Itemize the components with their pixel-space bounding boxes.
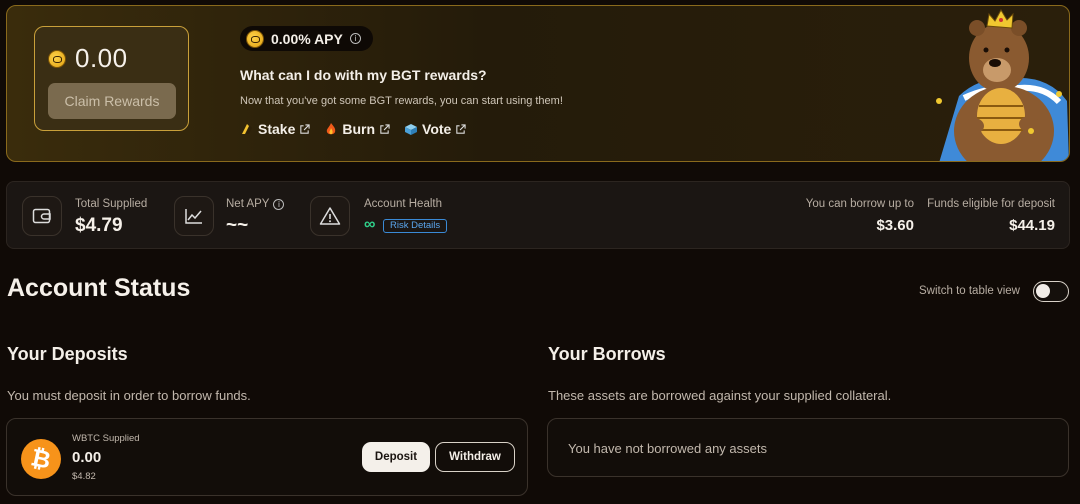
funds-eligible-label: Funds eligible for deposit xyxy=(927,198,1055,210)
ballot-box-icon xyxy=(405,124,418,135)
toggle-knob xyxy=(1036,284,1050,298)
bgt-rewards-banner: 0.00 Claim Rewards 0.00% APY i What can … xyxy=(6,5,1070,162)
funds-eligible-value: $44.19 xyxy=(1009,217,1055,234)
rewards-amount-value: 0.00 xyxy=(75,43,128,73)
account-stats-bar: Total Supplied $4.79 Net APY i ~~ Accoun… xyxy=(6,181,1070,249)
burn-label: Burn xyxy=(342,121,376,137)
total-supplied-value: $4.79 xyxy=(75,215,123,236)
risk-details-button[interactable]: Risk Details xyxy=(383,219,448,233)
vote-link[interactable]: Vote xyxy=(404,121,466,137)
deposit-button[interactable]: Deposit xyxy=(362,442,430,472)
burn-link[interactable]: Burn xyxy=(324,121,390,137)
borrows-empty-card: You have not borrowed any assets xyxy=(547,418,1069,477)
table-view-toggle[interactable] xyxy=(1033,281,1069,302)
apy-value: 0.00% APY xyxy=(271,30,343,47)
wallet-icon xyxy=(22,196,62,236)
net-apy-value: ~~ xyxy=(226,215,249,236)
net-apy-heading: Net APY i xyxy=(226,198,285,210)
borrows-empty-message: You have not borrowed any assets xyxy=(568,441,767,456)
page-title: Account Status xyxy=(7,274,191,302)
external-link-icon xyxy=(380,123,390,134)
bgt-coin-icon xyxy=(246,29,264,48)
account-health-label: Account Health xyxy=(364,198,442,210)
asset-supplied-label: WBTC Supplied xyxy=(72,433,140,444)
borrows-subtitle: These assets are borrowed against your s… xyxy=(548,388,892,403)
withdraw-button[interactable]: Withdraw xyxy=(435,442,515,472)
rewards-title: What can I do with my BGT rewards? xyxy=(240,67,487,83)
rewards-card: 0.00 Claim Rewards xyxy=(34,26,189,131)
claim-rewards-button[interactable]: Claim Rewards xyxy=(48,83,176,119)
stake-link[interactable]: Stake xyxy=(240,121,310,137)
rewards-amount: 0.00 xyxy=(48,43,128,74)
warning-triangle-icon xyxy=(310,196,350,236)
chart-line-icon xyxy=(174,196,214,236)
honey-stake-icon xyxy=(242,124,252,134)
bear-king-illustration xyxy=(936,8,1069,161)
table-view-toggle-label: Switch to table view xyxy=(919,285,1020,297)
bgt-coin-icon xyxy=(48,49,66,68)
bitcoin-icon: ₿ xyxy=(21,439,61,479)
fire-icon xyxy=(327,123,336,135)
stake-label: Stake xyxy=(258,121,296,137)
deposits-subtitle: You must deposit in order to borrow fund… xyxy=(7,388,251,403)
asset-supplied-amount: 0.00 xyxy=(72,449,102,466)
total-supplied-label: Total Supplied xyxy=(75,198,148,210)
apy-badge: 0.00% APY i xyxy=(240,26,373,51)
borrows-title: Your Borrows xyxy=(548,344,666,364)
info-icon[interactable]: i xyxy=(349,33,361,44)
rewards-subtitle: Now that you've got some BGT rewards, yo… xyxy=(240,95,563,107)
asset-supplied-usd: $4.82 xyxy=(72,471,96,482)
external-link-icon xyxy=(456,123,466,134)
info-icon[interactable]: i xyxy=(273,198,285,210)
rewards-actions: Stake Burn Vote xyxy=(240,121,466,137)
borrow-up-to-label: You can borrow up to xyxy=(805,198,914,210)
account-health-value: ∞ xyxy=(364,216,376,233)
borrow-up-to-value: $3.60 xyxy=(876,217,914,234)
deposits-title: Your Deposits xyxy=(7,344,128,364)
vote-label: Vote xyxy=(422,121,452,137)
deposit-row-wbtc: ₿ WBTC Supplied 0.00 $4.82 Deposit Withd… xyxy=(6,418,528,496)
external-link-icon xyxy=(300,123,310,134)
net-apy-label: Net APY xyxy=(226,198,270,210)
